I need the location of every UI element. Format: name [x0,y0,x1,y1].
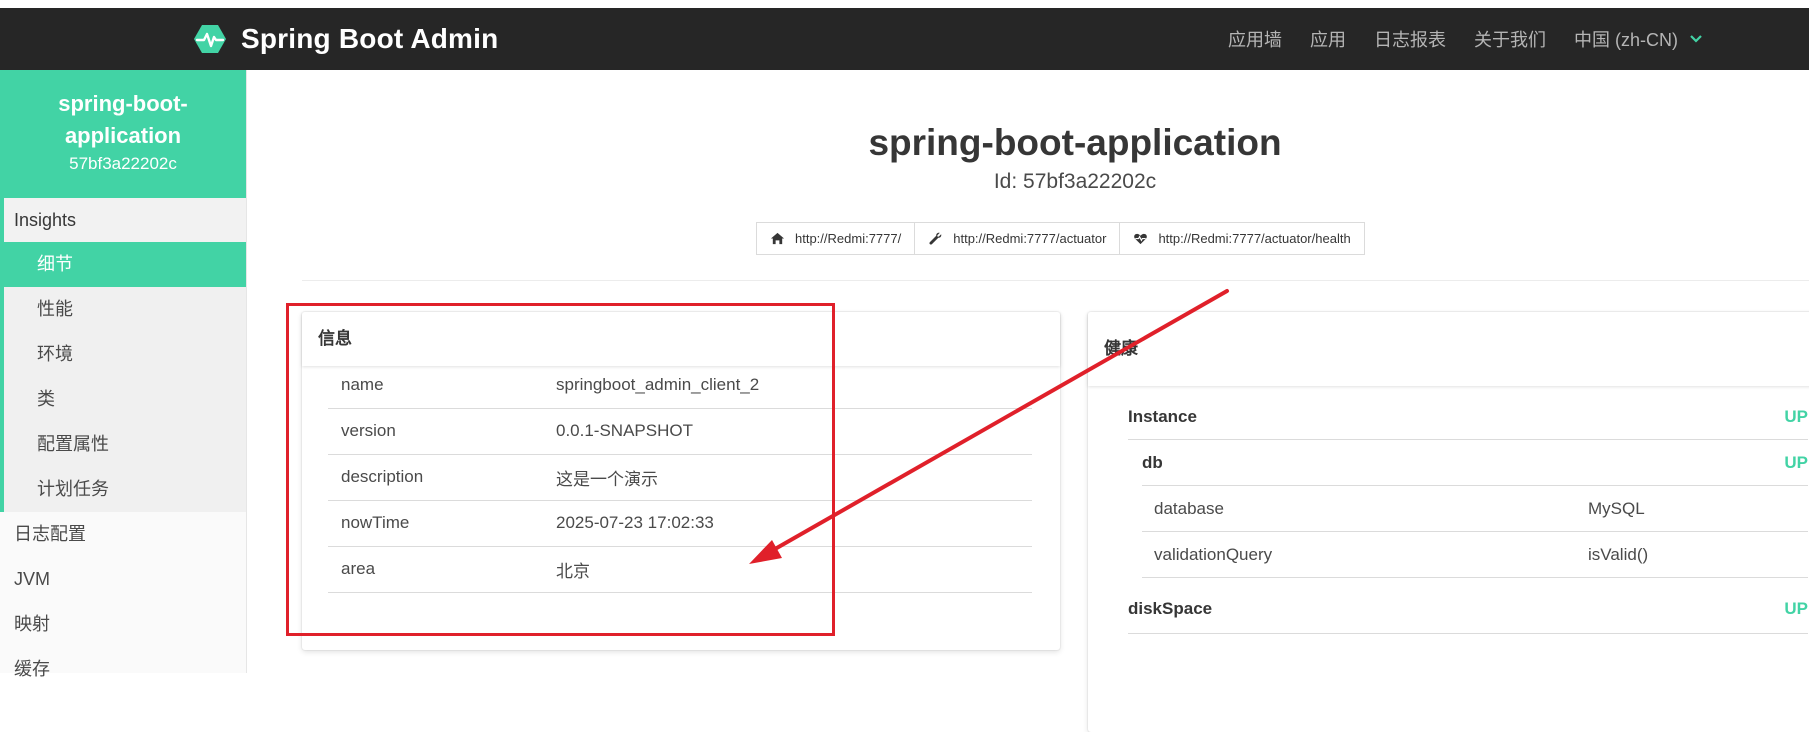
annotation-arrow-icon [749,289,1229,564]
